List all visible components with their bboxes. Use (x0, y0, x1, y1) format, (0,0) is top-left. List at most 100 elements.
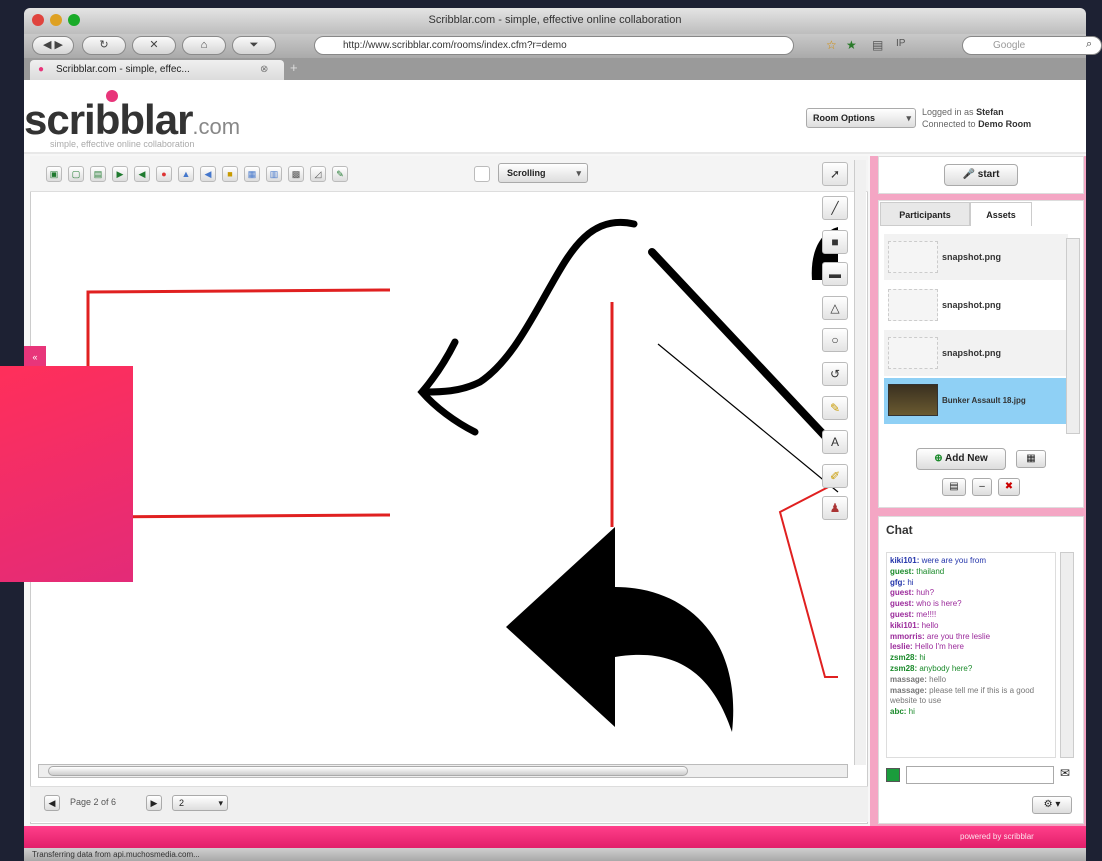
chat-log[interactable]: kiki101: were are you from guest: thailan… (886, 552, 1056, 758)
stamp-tool-icon[interactable]: ♟ (822, 496, 848, 520)
chat-message-text: hi (919, 653, 926, 663)
chat-message: kiki101: hello (890, 621, 1052, 632)
scroll-checkbox[interactable] (474, 166, 490, 182)
connected-prefix: Connected to (922, 119, 976, 129)
text-tool-icon[interactable]: A (822, 430, 848, 454)
chat-message-text: hello (929, 674, 947, 684)
chat-message-text: me!!!! (916, 609, 937, 619)
chat-message-user: massage: (890, 685, 930, 695)
chat-message-text: anybody here? (919, 663, 973, 673)
rectangle-tool-icon[interactable]: ■ (822, 230, 848, 254)
chat-message-user: leslie: (890, 642, 915, 652)
search-icon[interactable]: ⌕ (1086, 38, 1092, 51)
addon-icon[interactable]: ★ (846, 38, 857, 52)
chat-message-user: guest: (890, 609, 917, 619)
back-forward-button[interactable]: ◀ ▶ (32, 36, 74, 55)
chat-message: mmorris: are you thre leslie (890, 632, 1052, 643)
image-icon[interactable]: ▦ (244, 166, 260, 182)
tab-participants[interactable]: Participants (880, 202, 970, 226)
logo-main: scribblar (24, 96, 193, 143)
drawing-canvas[interactable] (30, 192, 868, 772)
undo-shape-tool-icon[interactable]: ↺ (822, 362, 848, 386)
room-options-button[interactable]: Room Options ▾ (806, 108, 916, 128)
start-audio-button[interactable]: 🎤 start (944, 164, 1018, 186)
chat-message: kiki101: were are you from (890, 556, 1052, 567)
tab-close-icon[interactable]: ⊗ (260, 60, 268, 80)
add-new-button[interactable]: ⊕ Add New (916, 448, 1006, 470)
new-tab-button[interactable]: + (290, 60, 298, 75)
chat-options-button[interactable]: ⚙ ▾ (1032, 796, 1072, 814)
scribblar-logo[interactable]: scribblar.com (24, 96, 240, 144)
highlighter-tool-icon[interactable]: ✐ (822, 464, 848, 488)
browser-status-bar: Transferring data from api.muchosmedia.c… (24, 848, 1086, 861)
pencil-tool-icon[interactable]: ✎ (822, 396, 848, 420)
save-icon[interactable]: ▣ (46, 166, 62, 182)
asset-minus-button[interactable]: – (972, 478, 992, 496)
chat-message-text: Hello I'm here (914, 642, 965, 652)
chat-input[interactable] (906, 766, 1054, 784)
asset-name: Bunker Assault 18.jpg (942, 396, 1026, 405)
paste-icon[interactable]: ▤ (90, 166, 106, 182)
chat-message: guest: who is here? (890, 599, 1052, 610)
page-select[interactable]: 2 ▾ (172, 795, 228, 811)
bookmark-star-icon[interactable]: ☆ (826, 38, 837, 52)
left-icon[interactable]: ◀ (200, 166, 216, 182)
chat-message: zsm28: hi (890, 653, 1052, 664)
triangle-tool-icon[interactable]: △ (822, 296, 848, 320)
stop-button[interactable]: ✕ (132, 36, 176, 55)
stop-icon[interactable]: ● (156, 166, 172, 182)
red-bottom-stroke (87, 513, 391, 519)
asset-settings-button[interactable]: ▤ (942, 478, 966, 496)
chat-message: massage: hello (890, 675, 1052, 686)
send-icon[interactable]: ✉ (1060, 766, 1070, 780)
grid-icon[interactable]: ▩ (288, 166, 304, 182)
history-button[interactable]: ⏷ (232, 36, 276, 55)
chat-message: massage: please tell me if this is a goo… (890, 686, 1052, 708)
rounded-rect-tool-icon[interactable]: ▬ (822, 262, 848, 286)
ip-icon[interactable]: IP (896, 38, 905, 49)
chat-scrollbar[interactable] (1060, 552, 1074, 758)
tab-assets[interactable]: Assets (970, 202, 1032, 226)
chat-message-user: guest: (890, 588, 917, 598)
horizontal-scroll-thumb[interactable] (48, 766, 688, 776)
next-page-button[interactable]: ▶ (146, 795, 162, 811)
up-icon[interactable]: ▲ (178, 166, 194, 182)
url-bar[interactable]: http://www.scribblar.com/rooms/index.cfm… (314, 36, 794, 55)
document-icon[interactable]: ▥ (266, 166, 282, 182)
asset-name: snapshot.png (942, 300, 1001, 310)
add-new-label: Add New (945, 453, 988, 464)
microphone-icon: 🎤 (962, 169, 975, 180)
home-button[interactable]: ⌂ (182, 36, 226, 55)
delete-asset-icon[interactable]: ✖ (998, 478, 1020, 496)
scroll-mode-select[interactable]: Scrolling ▾ (498, 163, 588, 183)
start-label: start (977, 169, 1000, 180)
chat-message-user: kiki101: (890, 620, 922, 630)
footer-bar (24, 826, 1086, 848)
chat-message-text: hello (921, 620, 939, 630)
chat-message: leslie: Hello I'm here (890, 642, 1052, 653)
logged-in-prefix: Logged in as (922, 107, 974, 117)
select-tool-icon[interactable]: ➚ (822, 162, 848, 186)
pencil-icon[interactable]: ✎ (332, 166, 348, 182)
logo-speech-icon (106, 90, 118, 102)
assets-scrollbar[interactable] (1066, 238, 1080, 434)
asset-view-button[interactable]: ▦ (1016, 450, 1046, 468)
next-icon[interactable]: ▶ (112, 166, 128, 182)
search-input[interactable]: Google (962, 36, 1102, 55)
downloads-icon[interactable]: ▤ (872, 38, 883, 52)
asset-name: snapshot.png (942, 252, 1001, 262)
circle-tool-icon[interactable]: ○ (822, 328, 848, 352)
line-tool-icon[interactable]: ╱ (822, 196, 848, 220)
chevron-down-icon: ▾ (218, 798, 223, 808)
page-label: Page 2 of 6 (70, 797, 117, 807)
chat-color-picker[interactable] (886, 768, 900, 782)
tab-scribblar[interactable]: ● Scribblar.com - simple, effec... ⊗ (30, 60, 284, 80)
lock-icon[interactable]: ■ (222, 166, 238, 182)
prev-page-button[interactable]: ◀ (44, 795, 60, 811)
chat-message-user: zsm28: (890, 653, 920, 663)
chart-icon[interactable]: ◿ (310, 166, 326, 182)
canvas-vertical-scrollbar[interactable] (854, 160, 866, 765)
new-page-icon[interactable]: ▢ (68, 166, 84, 182)
reload-button[interactable]: ↻ (82, 36, 126, 55)
prev-icon[interactable]: ◀ (134, 166, 150, 182)
